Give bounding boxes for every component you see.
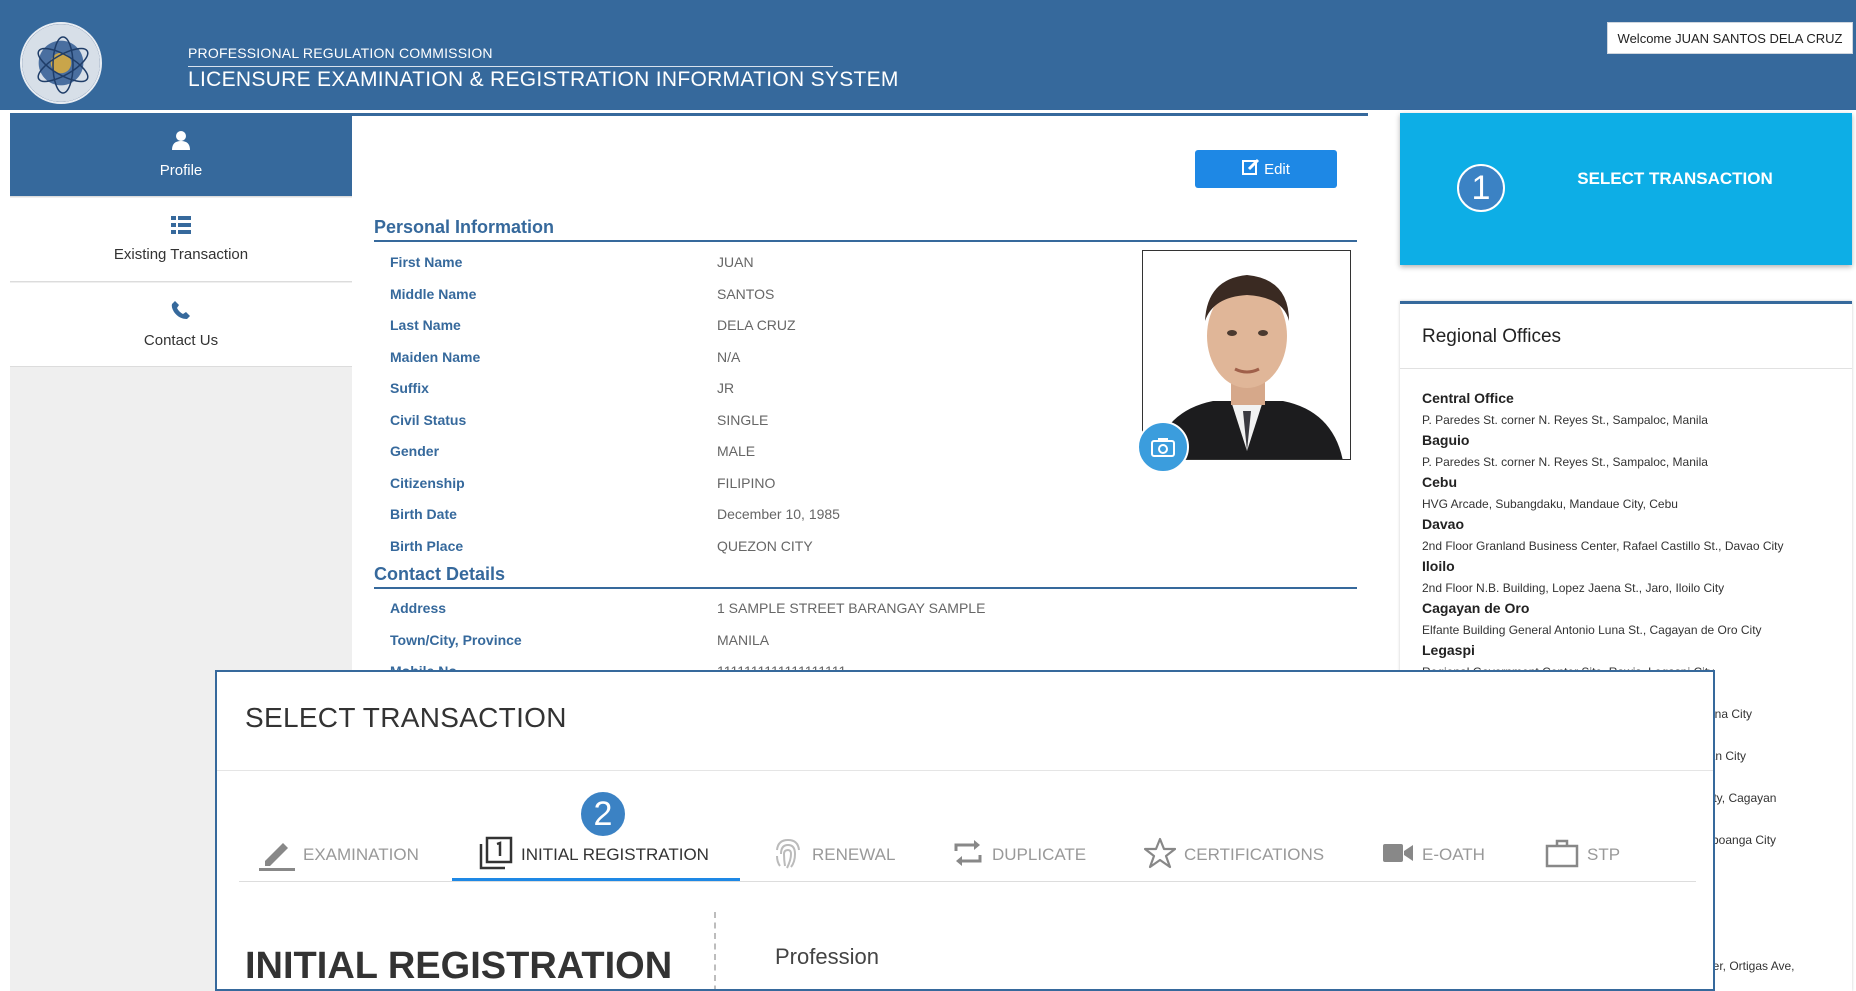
field-value: QUEZON CITY <box>717 538 813 554</box>
field-value: JR <box>717 380 735 396</box>
app-header: PROFESSIONAL REGULATION COMMISSION LICEN… <box>0 0 1856 110</box>
tab-duplicate[interactable]: DUPLICATE <box>952 832 1086 878</box>
sidebar-item-label: Contact Us <box>143 332 219 349</box>
office-address: HVG Arcade, Subangdaku, Mandaue City, Ce… <box>1422 497 1678 511</box>
system-name: LICENSURE EXAMINATION & REGISTRATION INF… <box>188 68 899 91</box>
tab-certifications[interactable]: CERTIFICATIONS <box>1143 832 1325 878</box>
office-name: Davao <box>1422 516 1465 532</box>
office-name: Baguio <box>1422 432 1470 448</box>
section-divider <box>374 240 1357 242</box>
select-transaction-button[interactable]: 1 SELECT TRANSACTION <box>1400 113 1852 265</box>
repeat-icon <box>952 837 984 873</box>
tab-stp[interactable]: STP <box>1545 832 1620 878</box>
field-label: Last Name <box>390 317 461 333</box>
tabs-divider <box>239 881 1696 882</box>
tab-label: DUPLICATE <box>992 845 1087 864</box>
field-value: SINGLE <box>717 412 769 428</box>
fingerprint-icon <box>772 836 804 874</box>
regional-offices-title: Regional Offices <box>1422 326 1562 347</box>
field-value: N/A <box>717 349 741 365</box>
tab-label: CERTIFICATIONS <box>1184 845 1325 864</box>
tab-label: RENEWAL <box>812 845 896 864</box>
tab-initial-registration[interactable]: INITIAL REGISTRATION <box>479 832 709 878</box>
panel-divider <box>1400 368 1852 369</box>
field-value: SANTOS <box>717 286 775 302</box>
modal-title: SELECT TRANSACTION <box>245 702 567 733</box>
field-value: December 10, 1985 <box>717 506 840 522</box>
modal-divider <box>217 770 1713 771</box>
profession-label: Profession <box>775 944 879 969</box>
field-label: Civil Status <box>390 412 467 428</box>
field-value: DELA CRUZ <box>717 317 796 333</box>
tab-label: EXAMINATION <box>303 845 419 864</box>
header-divider <box>188 66 833 67</box>
office-name: Central Office <box>1422 390 1514 406</box>
step-badge: 1 <box>1457 164 1505 212</box>
license-icon <box>479 836 513 874</box>
office-name: Iloilo <box>1422 558 1455 574</box>
star-icon <box>1143 837 1177 873</box>
tab-e-oath[interactable]: E-OATH <box>1382 832 1485 878</box>
field-label: Citizenship <box>390 475 465 491</box>
sidebar-item-contact-us[interactable]: Contact Us <box>10 283 352 367</box>
office-name: Legaspi <box>1422 642 1475 658</box>
office-address: Elfante Building General Antonio Luna St… <box>1422 623 1762 637</box>
office-name: Cebu <box>1422 474 1457 490</box>
field-value: 1 SAMPLE STREET BARANGAY SAMPLE <box>717 600 986 616</box>
field-value: JUAN <box>717 254 754 270</box>
personal-info-title: Personal Information <box>374 217 555 237</box>
edit-button[interactable]: Edit <box>1195 150 1337 188</box>
active-tab-indicator <box>452 878 740 881</box>
list-icon <box>171 216 191 238</box>
field-label: First Name <box>390 254 463 270</box>
sidebar-item-profile[interactable]: Profile <box>10 113 364 197</box>
briefcase-icon <box>1545 838 1579 872</box>
field-label: Middle Name <box>390 286 477 302</box>
column-divider <box>714 912 716 989</box>
camera-icon[interactable] <box>1137 421 1189 473</box>
tab-examination[interactable]: EXAMINATION <box>259 832 419 878</box>
step-badge: 2 <box>579 790 627 838</box>
video-icon <box>1382 841 1414 869</box>
tab-renewal[interactable]: RENEWAL <box>772 832 895 878</box>
tab-label: INITIAL REGISTRATION <box>521 845 709 864</box>
field-label: Gender <box>390 443 440 459</box>
section-divider <box>374 587 1357 589</box>
office-address: 2nd Floor N.B. Building, Lopez Jaena St.… <box>1422 581 1725 595</box>
tab-label: STP <box>1587 845 1621 864</box>
office-address: P. Paredes St. corner N. Reyes St., Samp… <box>1422 455 1708 469</box>
edit-icon <box>1242 158 1260 180</box>
app-frame: PROFESSIONAL REGULATION COMMISSION LICEN… <box>0 0 1856 991</box>
office-address: 2nd Floor Granland Business Center, Rafa… <box>1422 539 1784 553</box>
field-value: MALE <box>717 443 756 459</box>
phone-icon <box>171 300 191 324</box>
field-value: MANILA <box>717 632 770 648</box>
field-label: Address <box>390 600 447 616</box>
pencil-icon <box>259 835 295 875</box>
field-label: Birth Date <box>390 506 457 522</box>
field-label: Birth Place <box>390 538 464 554</box>
sidebar-item-existing-transaction[interactable]: Existing Transaction <box>10 198 352 282</box>
contact-details-title: Contact Details <box>374 564 506 584</box>
org-name: PROFESSIONAL REGULATION COMMISSION <box>188 45 493 61</box>
field-label: Maiden Name <box>390 349 481 365</box>
initial-registration-heading: INITIAL REGISTRATION <box>245 945 673 987</box>
sidebar-item-label: Profile <box>159 162 203 179</box>
prc-seal-logo <box>20 22 102 104</box>
office-address: rner, Ortigas Ave, <box>1702 959 1795 973</box>
field-value: FILIPINO <box>717 475 776 491</box>
tab-label: E-OATH <box>1422 845 1485 864</box>
select-transaction-modal: SELECT TRANSACTION 2 EXAMINATION INITIAL… <box>215 670 1715 991</box>
edit-label: Edit <box>1264 160 1290 178</box>
field-label: Town/City, Province <box>390 632 522 648</box>
sidebar-item-label: Existing Transaction <box>113 246 249 263</box>
office-name: Cagayan de Oro <box>1422 600 1530 616</box>
welcome-user-button[interactable]: Welcome JUAN SANTOS DELA CRUZ <box>1607 22 1853 54</box>
user-icon <box>171 130 191 154</box>
office-address: P. Paredes St. corner N. Reyes St., Samp… <box>1422 413 1708 427</box>
select-transaction-label: SELECT TRANSACTION <box>1577 169 1773 188</box>
field-label: Suffix <box>390 380 429 396</box>
